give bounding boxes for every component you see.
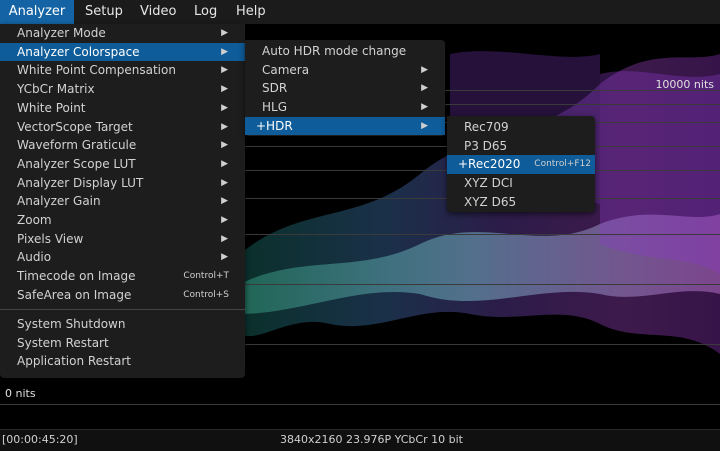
menu-item-xyz-d65[interactable]: XYZ D65 bbox=[447, 193, 595, 212]
shortcut-label: Control+S bbox=[183, 289, 229, 300]
menu-item-auto-hdr-mode-change[interactable]: Auto HDR mode change bbox=[245, 42, 445, 61]
video-format: 3840x2160 23.976P YCbCr 10 bit bbox=[280, 433, 463, 446]
menu-item-application-restart[interactable]: Application Restart bbox=[0, 352, 245, 371]
menu-item-ycbcr-matrix[interactable]: YCbCr Matrix ▶ bbox=[0, 80, 245, 99]
scale-bottom-label: 0 nits bbox=[5, 387, 36, 400]
submenu-arrow-icon: ▶ bbox=[221, 196, 228, 207]
item-label: Analyzer Display LUT bbox=[17, 175, 144, 190]
menu-setup[interactable]: Setup bbox=[85, 0, 123, 24]
submenu-arrow-icon: ▶ bbox=[221, 140, 228, 151]
scale-top-label: 10000 nits bbox=[655, 78, 714, 91]
item-label: VectorScope Target bbox=[17, 119, 133, 134]
menu-analyzer[interactable]: Analyzer bbox=[0, 0, 74, 24]
item-label: White Point bbox=[17, 100, 86, 115]
submenu-arrow-icon: ▶ bbox=[221, 65, 228, 76]
menu-item-system-shutdown[interactable]: System Shutdown bbox=[0, 315, 245, 334]
submenu-arrow-icon: ▶ bbox=[221, 215, 228, 225]
menu-item-white-point[interactable]: White Point ▶ bbox=[0, 99, 245, 118]
shortcut-label: Control+T bbox=[183, 271, 229, 282]
item-label: XYZ DCI bbox=[464, 176, 513, 191]
submenu-arrow-icon: ▶ bbox=[221, 28, 228, 38]
submenu-arrow-icon: ▶ bbox=[221, 46, 228, 57]
submenu-arrow-icon: ▶ bbox=[221, 84, 228, 95]
item-label: Timecode on Image bbox=[17, 269, 136, 284]
status-bar: [00:00:45:20] 3840x2160 23.976P YCbCr 10… bbox=[0, 429, 720, 451]
item-label: Audio bbox=[17, 250, 52, 265]
menu-item-waveform-graticule[interactable]: Waveform Graticule ▶ bbox=[0, 136, 245, 155]
item-label: Analyzer Gain bbox=[17, 194, 101, 209]
item-label: XYZ D65 bbox=[464, 194, 517, 209]
hdr-submenu: Rec709 P3 D65 +Rec2020 Control+F12 XYZ DC… bbox=[447, 116, 595, 212]
menu-item-analyzer-mode[interactable]: Analyzer Mode ▶ bbox=[0, 24, 245, 43]
submenu-arrow-icon: ▶ bbox=[421, 64, 428, 75]
submenu-arrow-icon: ▶ bbox=[421, 83, 428, 94]
menu-item-analyzer-display-lut[interactable]: Analyzer Display LUT ▶ bbox=[0, 174, 245, 193]
item-label: +Rec2020 bbox=[458, 157, 521, 172]
graticule-line bbox=[0, 404, 720, 405]
item-label: P3 D65 bbox=[464, 138, 508, 153]
item-label: Camera bbox=[262, 62, 310, 77]
menu-video[interactable]: Video bbox=[140, 0, 176, 24]
submenu-arrow-icon: ▶ bbox=[221, 121, 228, 132]
menu-item-analyzer-colorspace[interactable]: Analyzer Colorspace ▶ bbox=[0, 42, 245, 62]
item-label: Auto HDR mode change bbox=[262, 44, 407, 58]
timecode: [00:00:45:20] bbox=[2, 433, 78, 446]
item-label: System Shutdown bbox=[17, 317, 126, 331]
item-label: Pixels View bbox=[17, 231, 84, 246]
submenu-arrow-icon: ▶ bbox=[221, 158, 228, 169]
submenu-arrow-icon: ▶ bbox=[421, 120, 428, 131]
menu-item-white-point-compensation[interactable]: White Point Compensation ▶ bbox=[0, 61, 245, 80]
menu-item-rec2020[interactable]: +Rec2020 Control+F12 bbox=[447, 155, 595, 175]
menu-item-xyz-dci[interactable]: XYZ DCI bbox=[447, 174, 595, 193]
menu-item-hlg[interactable]: HLG ▶ bbox=[245, 98, 445, 117]
menu-item-pixels-view[interactable]: Pixels View ▶ bbox=[0, 230, 245, 249]
menu-item-audio[interactable]: Audio ▶ bbox=[0, 248, 245, 267]
item-label: Application Restart bbox=[17, 354, 131, 369]
menu-item-analyzer-gain[interactable]: Analyzer Gain ▶ bbox=[0, 192, 245, 211]
submenu-arrow-icon: ▶ bbox=[221, 177, 228, 188]
colorspace-submenu: Auto HDR mode change Camera ▶ SDR ▶ HLG ▶ +… bbox=[245, 40, 445, 136]
menu-item-p3-d65[interactable]: P3 D65 bbox=[447, 137, 595, 156]
submenu-arrow-icon: ▶ bbox=[221, 233, 228, 244]
item-label: YCbCr Matrix bbox=[17, 82, 95, 97]
menu-item-camera[interactable]: Camera ▶ bbox=[245, 61, 445, 80]
menu-item-sdr[interactable]: SDR ▶ bbox=[245, 79, 445, 98]
item-label: Zoom bbox=[17, 213, 52, 227]
menu-item-rec709[interactable]: Rec709 bbox=[447, 118, 595, 137]
item-label: System Restart bbox=[17, 335, 109, 350]
menu-item-hdr[interactable]: +HDR ▶ bbox=[245, 116, 445, 136]
item-label: Analyzer Colorspace bbox=[17, 44, 140, 59]
menu-bar: Analyzer Setup Video Log Help bbox=[0, 0, 720, 24]
item-label: +HDR bbox=[256, 118, 293, 133]
menu-item-zoom[interactable]: Zoom ▶ bbox=[0, 211, 245, 230]
menu-separator bbox=[0, 309, 245, 310]
menu-help[interactable]: Help bbox=[236, 0, 266, 24]
item-label: SafeArea on Image bbox=[17, 287, 132, 302]
menu-item-timecode-on-image[interactable]: Timecode on Image Control+T bbox=[0, 267, 245, 286]
submenu-arrow-icon: ▶ bbox=[221, 252, 228, 263]
submenu-arrow-icon: ▶ bbox=[221, 102, 228, 113]
menu-item-vectorscope-target[interactable]: VectorScope Target ▶ bbox=[0, 118, 245, 137]
submenu-arrow-icon: ▶ bbox=[421, 102, 428, 113]
item-label: SDR bbox=[262, 81, 288, 96]
item-label: Waveform Graticule bbox=[17, 138, 137, 153]
menu-item-system-restart[interactable]: System Restart bbox=[0, 334, 245, 353]
menu-log[interactable]: Log bbox=[194, 0, 217, 24]
item-label: Analyzer Mode bbox=[17, 26, 106, 40]
menu-item-safearea-on-image[interactable]: SafeArea on Image Control+S bbox=[0, 286, 245, 305]
item-label: HLG bbox=[262, 100, 288, 115]
item-label: Analyzer Scope LUT bbox=[17, 156, 136, 171]
item-label: White Point Compensation bbox=[17, 63, 176, 78]
menu-item-analyzer-scope-lut[interactable]: Analyzer Scope LUT ▶ bbox=[0, 155, 245, 174]
shortcut-label: Control+F12 bbox=[534, 159, 591, 170]
item-label: Rec709 bbox=[464, 120, 509, 134]
analyzer-menu: Analyzer Mode ▶ Analyzer Colorspace ▶ Whit… bbox=[0, 24, 245, 378]
